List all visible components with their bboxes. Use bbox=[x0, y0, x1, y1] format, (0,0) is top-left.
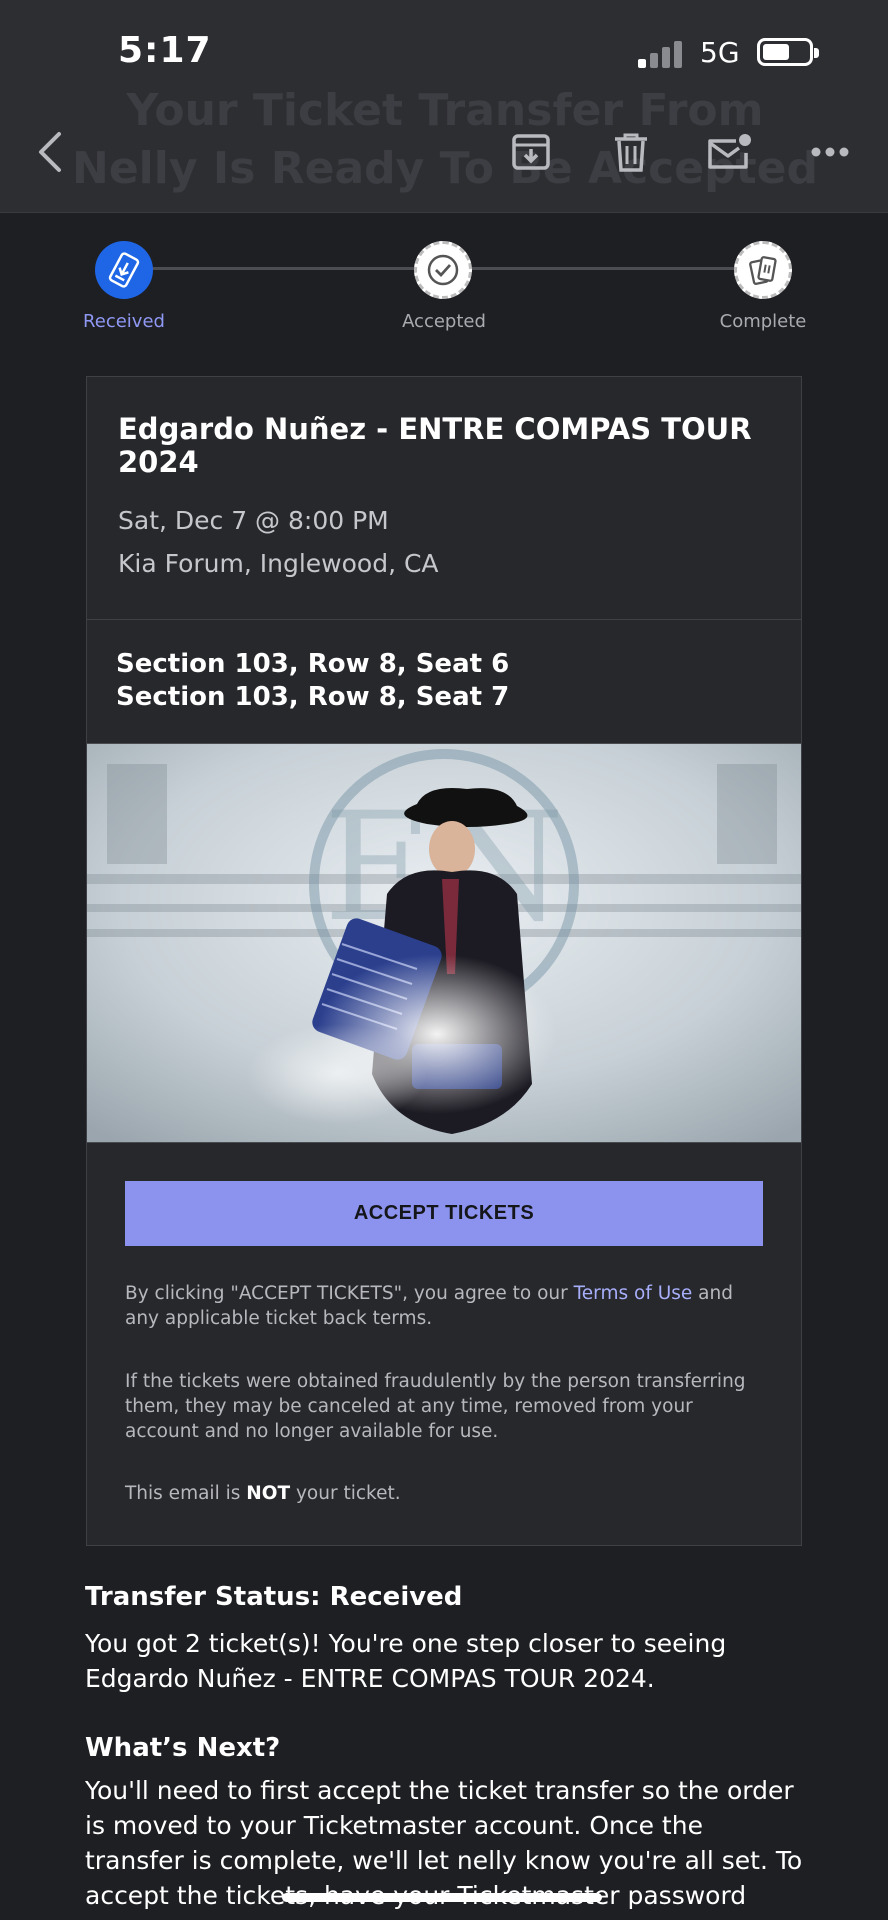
transfer-progress: Received Accepted Complete bbox=[0, 213, 888, 343]
accept-tickets-button[interactable]: ACCEPT TICKETS bbox=[125, 1181, 763, 1246]
terms-of-use-link[interactable]: Terms of Use bbox=[574, 1283, 693, 1304]
step-label-accepted: Accepted bbox=[402, 311, 486, 332]
step-accepted-circle bbox=[414, 241, 472, 299]
event-date: Sat, Dec 7 @ 8:00 PM bbox=[118, 506, 389, 535]
archive-icon bbox=[512, 134, 550, 170]
trash-icon bbox=[615, 133, 647, 172]
ticket-card: Edgardo Nuñez - ENTRE COMPAS TOUR 2024 S… bbox=[86, 376, 802, 1546]
transfer-status-text: You got 2 ticket(s)! You're one step clo… bbox=[85, 1629, 727, 1693]
tickets-icon bbox=[749, 256, 777, 285]
event-info: Edgardo Nuñez - ENTRE COMPAS TOUR 2024 S… bbox=[87, 377, 801, 620]
step-received-circle bbox=[95, 241, 153, 299]
archive-button[interactable] bbox=[507, 128, 555, 176]
step-label-complete: Complete bbox=[719, 311, 807, 332]
terms-notice-text: By clicking "ACCEPT TICKETS", you agree … bbox=[125, 1283, 574, 1304]
back-button[interactable] bbox=[26, 128, 74, 176]
network-type: 5G bbox=[700, 36, 740, 69]
battery-icon bbox=[757, 38, 819, 66]
fraud-notice: If the tickets were obtained fraudulentl… bbox=[125, 1371, 746, 1442]
step-complete-circle bbox=[734, 241, 792, 299]
delete-button[interactable] bbox=[607, 128, 655, 176]
mail-icon bbox=[708, 134, 751, 169]
not-emphasis: NOT bbox=[246, 1483, 291, 1504]
seat-line: Section 103, Row 8, Seat 6 bbox=[116, 649, 510, 679]
status-time: 5:17 bbox=[118, 30, 212, 71]
event-venue: Kia Forum, Inglewood, CA bbox=[118, 549, 439, 578]
not-ticket-text: This email is bbox=[125, 1483, 247, 1504]
signal-strength-icon bbox=[638, 38, 686, 68]
event-artist-image: EN bbox=[87, 743, 801, 1143]
terms-notice: By clicking "ACCEPT TICKETS", you agree … bbox=[125, 1281, 765, 1331]
top-bar: 5:17 5G Your Ticket Transfer From Nelly … bbox=[0, 0, 888, 213]
home-indicator[interactable] bbox=[282, 1893, 602, 1902]
chevron-left-icon bbox=[39, 132, 61, 172]
whats-next-title: What’s Next? bbox=[85, 1733, 281, 1763]
more-button[interactable] bbox=[806, 128, 854, 176]
event-title: Edgardo Nuñez - ENTRE COMPAS TOUR 2024 bbox=[118, 412, 752, 479]
more-icon bbox=[811, 147, 849, 157]
mark-unread-button[interactable] bbox=[706, 128, 754, 176]
transfer-status-title: Transfer Status: Received bbox=[85, 1582, 463, 1612]
seat-line: Section 103, Row 8, Seat 7 bbox=[116, 682, 510, 712]
ticket-download-icon bbox=[108, 252, 140, 288]
step-label-received: Received bbox=[83, 311, 165, 332]
check-circle-icon bbox=[427, 254, 459, 286]
not-ticket-notice: This email is NOT your ticket. bbox=[125, 1481, 765, 1506]
not-ticket-text: your ticket. bbox=[290, 1483, 401, 1504]
